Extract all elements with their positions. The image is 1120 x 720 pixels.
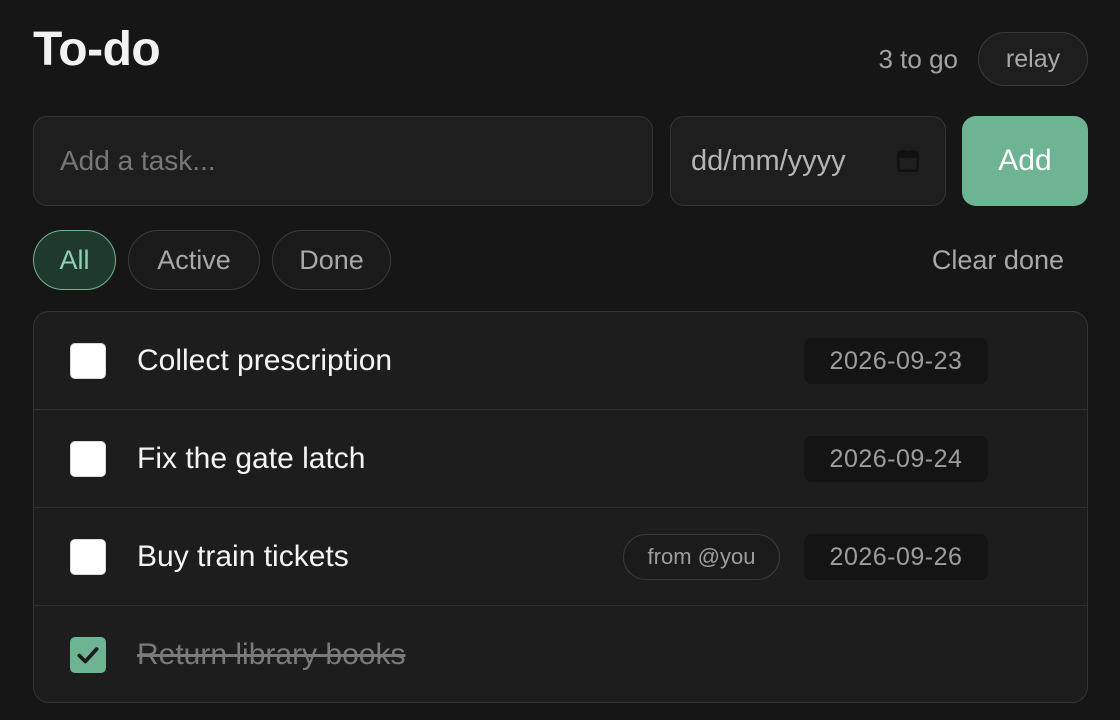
- due-date-badge: 2026-09-26: [804, 534, 988, 580]
- task-row: Fix the gate latch 2026-09-24: [34, 410, 1087, 508]
- task-input[interactable]: [33, 116, 653, 206]
- task-label[interactable]: Buy train tickets: [137, 540, 349, 574]
- todo-app: To-do 3 to go relay dd/mm/yyyy Add All A…: [0, 0, 1120, 720]
- task-checkbox[interactable]: [70, 539, 106, 575]
- task-checkbox[interactable]: [70, 343, 106, 379]
- task-checkbox-checked[interactable]: [70, 637, 106, 673]
- checkmark-icon: [77, 647, 99, 664]
- remaining-count: 3 to go: [878, 44, 958, 74]
- task-label[interactable]: Collect prescription: [137, 344, 392, 378]
- task-label-done[interactable]: Return library books: [137, 638, 405, 672]
- task-row: Buy train tickets from @you 2026-09-26: [34, 508, 1087, 606]
- task-label[interactable]: Fix the gate latch: [137, 442, 365, 476]
- calendar-icon[interactable]: [895, 148, 921, 174]
- filter-active[interactable]: Active: [128, 230, 260, 290]
- from-badge: from @you: [623, 534, 780, 580]
- clear-done-button[interactable]: Clear done: [932, 245, 1064, 275]
- due-date-placeholder: dd/mm/yyyy: [691, 144, 846, 177]
- task-checkbox[interactable]: [70, 441, 106, 477]
- due-date-input[interactable]: dd/mm/yyyy: [670, 116, 946, 206]
- task-row: Return library books: [34, 606, 1087, 702]
- due-date-badge: 2026-09-24: [804, 436, 988, 482]
- filter-all[interactable]: All: [33, 230, 116, 290]
- filter-done[interactable]: Done: [272, 230, 391, 290]
- add-task-button[interactable]: Add: [962, 116, 1088, 206]
- page-title: To-do: [33, 23, 161, 76]
- task-list: Collect prescription 2026-09-23 Fix the …: [33, 311, 1088, 703]
- task-row: Collect prescription 2026-09-23: [34, 312, 1087, 410]
- relay-button[interactable]: relay: [978, 32, 1088, 86]
- due-date-badge: 2026-09-23: [804, 338, 988, 384]
